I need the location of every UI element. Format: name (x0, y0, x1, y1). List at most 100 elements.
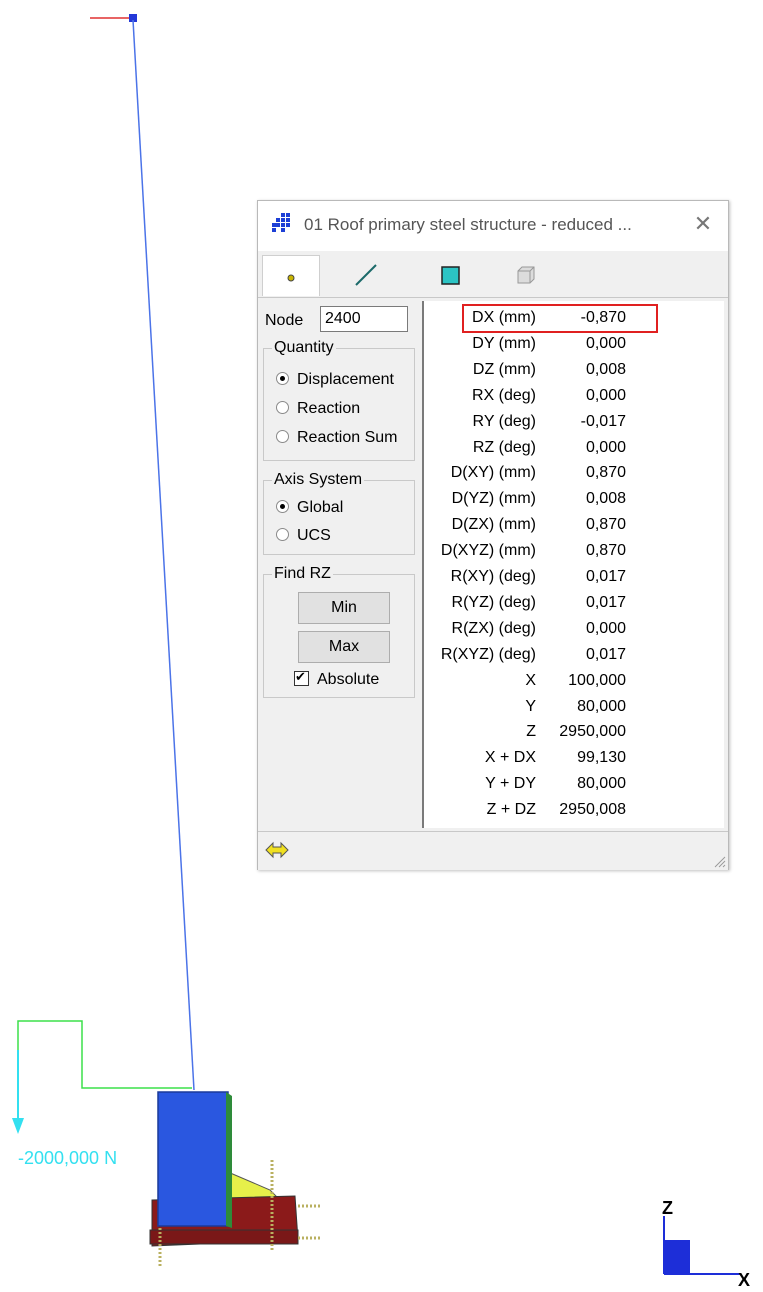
radio-label: Displacement (297, 371, 394, 388)
result-name: Z (526, 723, 536, 741)
result-name: Z + DZ (486, 801, 536, 819)
result-name: R(XY) (deg) (450, 568, 536, 585)
radio-selected-icon (276, 500, 289, 514)
result-row: R(ZX) (deg) 0,000 (424, 620, 724, 646)
load-value-label: -2000,000 N (18, 1148, 118, 1168)
result-value: 0,870 (585, 542, 626, 560)
result-value: 80,000 (577, 697, 626, 715)
result-row: D(YZ) (mm) 0,008 (424, 490, 724, 516)
result-value: -0,017 (580, 412, 626, 430)
column-web (226, 1092, 232, 1228)
axis-system-group: Axis System Global UCS (263, 471, 415, 555)
column-section[interactable] (157, 1091, 229, 1227)
resize-grip-icon[interactable] (712, 854, 726, 868)
radio-label: Reaction (297, 400, 361, 417)
tab-member[interactable] (338, 255, 394, 295)
result-name: D(XY) (mm) (450, 464, 536, 482)
result-row: RY (deg) -0,017 (424, 413, 724, 439)
checkbox-checked-icon (294, 669, 309, 687)
tab-node[interactable] (262, 255, 320, 296)
absolute-checkbox[interactable]: Absolute (294, 669, 379, 689)
radio-empty-icon (276, 401, 289, 415)
axis-z-label: Z (662, 1198, 673, 1218)
results-list[interactable]: DX (mm) -0,870 DY (mm) 0,000 DZ (mm) 0,008 RX … (422, 301, 724, 828)
result-name: DZ (mm) (472, 360, 536, 378)
radio-reaction[interactable]: Reaction (276, 400, 360, 418)
result-name: R(ZX) (deg) (451, 619, 536, 637)
result-row: R(YZ) (deg) 0,017 (424, 594, 724, 620)
result-value: 0,000 (585, 386, 626, 404)
result-row: X 100,000 (424, 672, 724, 698)
quantity-legend: Quantity (272, 339, 336, 357)
result-row: Z 2950,000 (424, 723, 724, 749)
close-button[interactable]: ✕ (690, 211, 716, 237)
result-value: 0,000 (585, 334, 626, 352)
result-row: D(XYZ) (mm) 0,870 (424, 542, 724, 568)
dialog-title: 01 Roof primary steel structure - reduce… (304, 215, 632, 234)
column-beam-line[interactable] (132, 19, 195, 1091)
result-value: 0,000 (585, 438, 626, 456)
result-row: DX (mm) -0,870 (424, 309, 724, 335)
radio-global[interactable]: Global (276, 499, 343, 517)
result-name: D(YZ) (mm) (451, 490, 536, 508)
cube-icon (517, 266, 535, 284)
tab-solid[interactable] (498, 255, 554, 295)
node-label: Node (265, 312, 304, 329)
result-row: RX (deg) 0,000 (424, 387, 724, 413)
axis-system-legend: Axis System (272, 471, 365, 489)
result-value: 2950,000 (559, 723, 626, 741)
find-legend: Find RZ (272, 565, 333, 583)
max-button[interactable]: Max (298, 631, 390, 663)
result-name: RY (deg) (472, 412, 536, 430)
result-row: D(ZX) (mm) 0,870 (424, 516, 724, 542)
find-group: Find RZ Min Max Absolute (263, 565, 415, 698)
result-value: -0,870 (580, 309, 626, 326)
result-value: 2950,008 (559, 801, 626, 819)
radio-reaction-sum[interactable]: Reaction Sum (276, 429, 398, 447)
result-value: 0,017 (585, 645, 626, 663)
result-name: RZ (deg) (472, 438, 536, 456)
result-row: Y + DY 80,000 (424, 775, 724, 801)
min-button[interactable]: Min (298, 592, 390, 624)
result-row: R(XYZ) (deg) 0,017 (424, 646, 724, 672)
result-name: R(YZ) (deg) (451, 593, 536, 611)
result-row: RZ (deg) 0,000 (424, 439, 724, 465)
load-arrowhead (12, 1118, 24, 1134)
node-number-input[interactable] (320, 306, 408, 332)
result-name: DY (mm) (472, 334, 536, 352)
result-value: 0,870 (585, 464, 626, 482)
result-value: 0,008 (585, 490, 626, 508)
result-value: 100,000 (568, 671, 626, 689)
result-value: 0,870 (585, 516, 626, 534)
axis-triad-box (664, 1240, 690, 1274)
resize-arrows-icon[interactable] (264, 840, 290, 860)
result-row: DY (mm) 0,000 (424, 335, 724, 361)
radio-label: UCS (297, 527, 331, 544)
node-results-dialog[interactable]: 01 Roof primary steel structure - reduce… (257, 200, 729, 870)
result-name: Y + DY (485, 775, 536, 793)
app-grid-icon (272, 213, 290, 232)
result-row: D(XY) (mm) 0,870 (424, 464, 724, 490)
result-row: DZ (mm) 0,008 (424, 361, 724, 387)
radio-empty-icon (276, 528, 289, 542)
radio-selected-icon (276, 372, 289, 386)
result-value: 0,008 (585, 360, 626, 378)
square-icon (441, 266, 460, 285)
result-value: 80,000 (577, 775, 626, 793)
result-name: D(XYZ) (mm) (440, 542, 536, 560)
dialog-titlebar[interactable]: 01 Roof primary steel structure - reduce… (258, 201, 728, 251)
result-name: X + DX (484, 749, 536, 767)
tab-plate[interactable] (422, 255, 478, 295)
axis-x-label: X (738, 1270, 751, 1290)
radio-displacement[interactable]: Displacement (276, 371, 394, 389)
result-name: DX (mm) (472, 309, 536, 326)
result-row: X + DX 99,130 (424, 749, 724, 775)
result-value: 99,130 (577, 749, 626, 767)
result-row: R(XY) (deg) 0,017 (424, 568, 724, 594)
entity-tabbar (258, 251, 728, 298)
node-dot-icon (287, 274, 295, 282)
radio-ucs[interactable]: UCS (276, 527, 331, 545)
result-value: 0,017 (585, 593, 626, 611)
radio-label: Global (297, 499, 344, 516)
radio-empty-icon (276, 430, 289, 444)
